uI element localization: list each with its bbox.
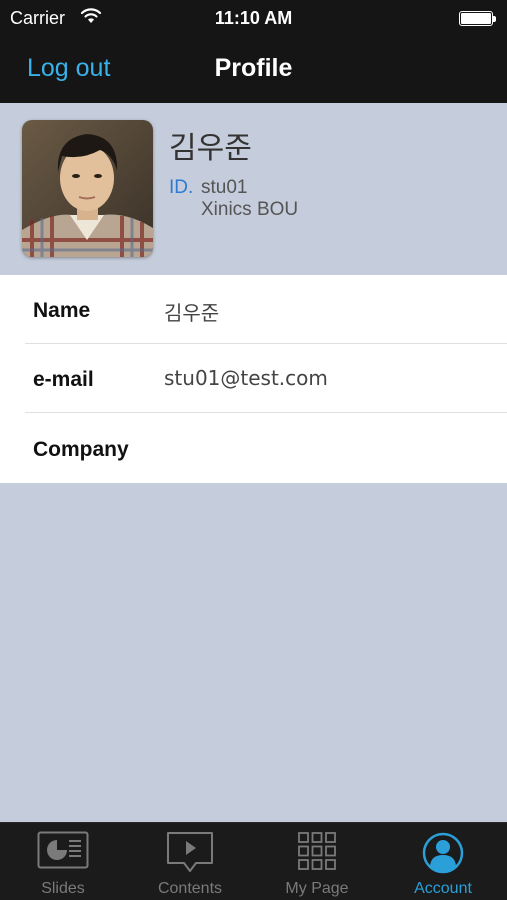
tab-contents[interactable]: Contents xyxy=(127,823,253,900)
info-row-name: Name 김우준 xyxy=(0,275,507,344)
info-label: Name xyxy=(33,299,91,322)
contents-icon xyxy=(167,832,213,872)
tab-bar: Slides Contents My Page Account xyxy=(0,822,507,900)
info-value: 김우준 xyxy=(164,301,220,325)
status-time: 11:10 AM xyxy=(214,8,293,28)
info-label: e-mail xyxy=(33,368,94,391)
slides-icon xyxy=(37,831,89,869)
info-row-email: e-mail stu01@test.com xyxy=(0,344,507,413)
profile-company: Xinics BOU xyxy=(201,199,299,220)
top-bar: Carrier 11:10 AM Log out Profile xyxy=(0,0,507,103)
row-divider xyxy=(25,412,507,413)
profile-header: 김우준 ID. stu01 Xinics BOU xyxy=(0,103,507,275)
info-value: stu01@test.com xyxy=(164,366,328,390)
account-icon xyxy=(422,832,464,874)
profile-name: 김우준 xyxy=(169,131,252,166)
battery-icon xyxy=(459,11,496,26)
tab-label: Contents xyxy=(157,880,223,897)
navigation-bar: Log out Profile xyxy=(0,36,507,103)
status-bar: Carrier 11:10 AM xyxy=(0,0,507,36)
info-label: Company xyxy=(33,438,129,461)
tab-label: My Page xyxy=(285,880,349,897)
avatar xyxy=(22,120,153,257)
tab-my-page[interactable]: My Page xyxy=(254,823,380,900)
tab-slides[interactable]: Slides xyxy=(0,823,126,900)
tab-label: Slides xyxy=(41,880,85,897)
grid-icon xyxy=(298,832,336,870)
info-row-company: Company xyxy=(0,414,507,483)
tab-label: Account xyxy=(414,880,472,897)
page-title: Profile xyxy=(214,54,293,82)
id-value: stu01 xyxy=(201,177,248,198)
id-label: ID. xyxy=(169,177,194,198)
profile-info-table: Name 김우준 e-mail stu01@test.com Company xyxy=(0,275,507,483)
tab-account[interactable]: Account xyxy=(380,823,506,900)
